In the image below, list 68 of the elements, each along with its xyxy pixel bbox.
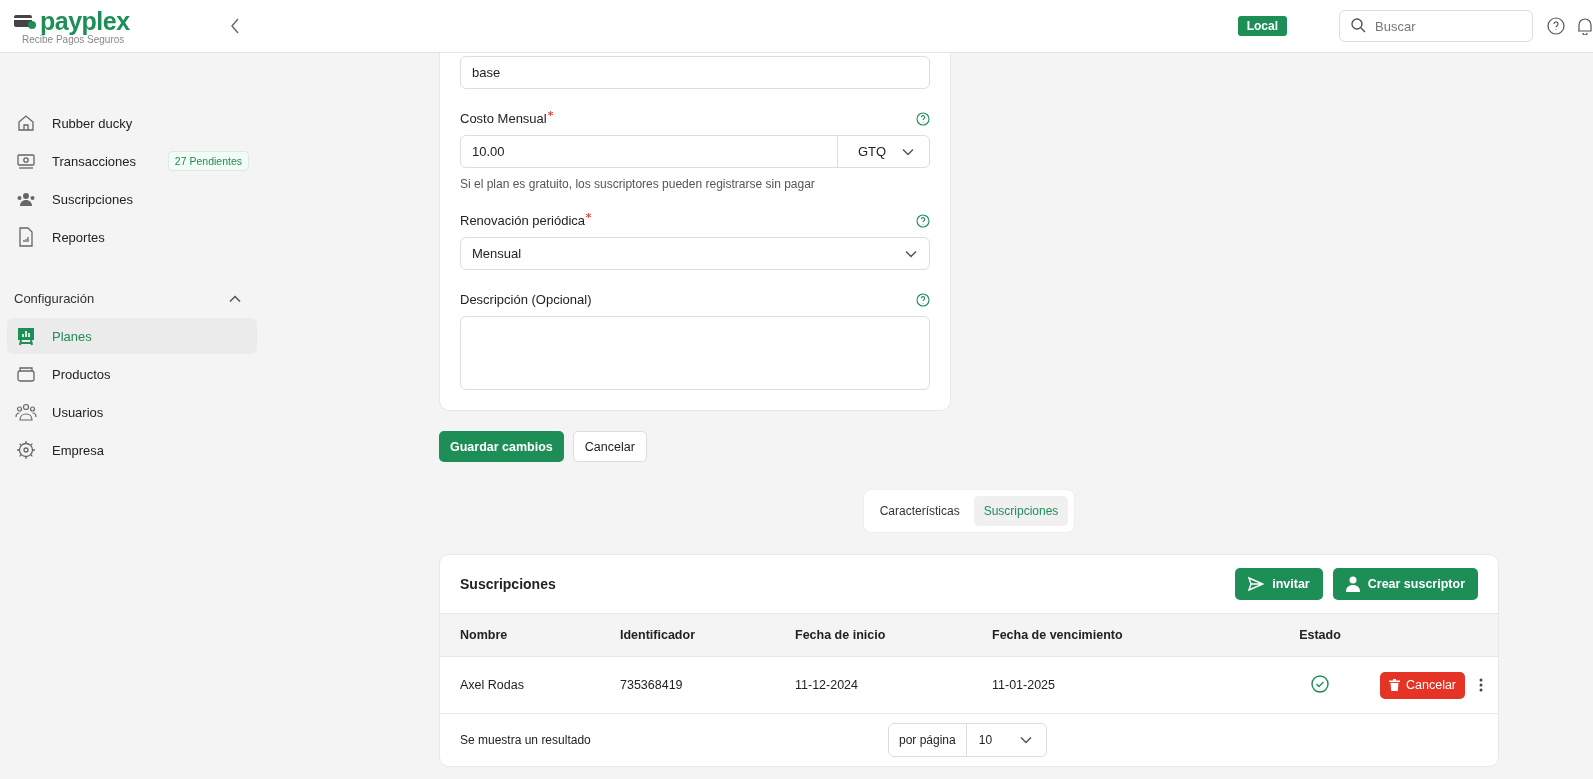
check-circle-icon [1311, 674, 1329, 693]
bell-icon[interactable] [1577, 17, 1593, 35]
chart-board-icon [16, 326, 36, 346]
sidebar-item[interactable]: Reportes [7, 219, 257, 255]
field-label: Renovación periódica [460, 213, 586, 228]
collapse-icon[interactable] [230, 18, 240, 34]
cancel-button[interactable]: Cancelar [572, 431, 647, 462]
required-icon [547, 111, 553, 116]
sidebar-item[interactable]: Planes [7, 318, 257, 354]
invite-button[interactable]: invitar [1235, 568, 1323, 600]
table-cell-text: 11-01-2025 [992, 678, 1056, 692]
description-field[interactable] [460, 316, 930, 390]
cancel-subscription-button[interactable]: Cancelar [1380, 671, 1466, 699]
column-header: Fecha de inicio [795, 628, 887, 642]
help-icon[interactable] [916, 292, 930, 307]
more-icon[interactable] [1479, 678, 1484, 692]
chevron-icon [905, 249, 917, 258]
card-logo-icon [14, 12, 36, 29]
gear-icon [16, 440, 36, 460]
environment-badge: Local [1237, 16, 1287, 36]
field-hint: Si el plan es gratuito, los suscriptores pueden registrarse sin pagar [460, 177, 816, 191]
section-title: Configuración [14, 291, 95, 306]
sidebar-item[interactable]: Transacciones 27 Pendientes [7, 143, 257, 179]
sidebar-item[interactable]: Empresa [7, 432, 257, 468]
select-dropdown[interactable]: Mensual [460, 237, 930, 270]
help-icon[interactable] [1547, 17, 1565, 35]
box-icon [16, 365, 36, 383]
tab[interactable]: Suscripciones [973, 496, 1069, 526]
help-icon[interactable] [916, 111, 930, 126]
person-icon [1345, 576, 1360, 592]
column-header: Fecha de vencimiento [992, 628, 1124, 642]
chevron-icon [902, 147, 915, 156]
currency-dropdown[interactable]: GTQ [837, 136, 929, 167]
send-icon [1248, 576, 1265, 592]
field-label: Descripción (Opcional) [460, 292, 592, 307]
table-cell-text: 735368419 [620, 678, 684, 692]
sidebar-item[interactable]: Suscripciones [7, 181, 257, 217]
result-count: Se muestra un resultado [460, 733, 592, 747]
create-button[interactable]: Crear suscriptor [1332, 568, 1478, 600]
save-button[interactable]: Guardar cambios [439, 431, 564, 462]
report-icon [17, 227, 35, 247]
tab[interactable]: Características [869, 496, 970, 526]
column-header: Nombre [460, 628, 509, 642]
sidebar-item[interactable]: Rubber ducky [7, 105, 257, 141]
field-label: Costo Mensual [460, 111, 547, 126]
table-cell-text: 11-12-2024 [795, 678, 859, 692]
sidebar-item[interactable]: Usuarios [7, 394, 257, 430]
column-header: Estado [1298, 628, 1342, 642]
required-icon [586, 213, 592, 218]
chevron-icon [229, 294, 241, 303]
table-title: Suscripciones [460, 576, 556, 592]
per-page-dropdown[interactable]: por página 10 [888, 723, 1048, 757]
help-icon[interactable] [916, 213, 930, 228]
amount-field[interactable]: 10.00 [461, 144, 837, 159]
users-icon [15, 402, 37, 422]
cash-icon [16, 152, 36, 170]
table-cell-text: Axel Rodas [460, 678, 525, 692]
people-icon [16, 191, 36, 207]
brand-name: payplex [40, 7, 130, 34]
pending-badge: 27 Pendientes [167, 151, 249, 171]
chevron-icon [1020, 736, 1033, 744]
home-icon [16, 113, 36, 133]
text-field[interactable]: base [460, 56, 930, 89]
trash-icon [1389, 679, 1400, 691]
sidebar-item[interactable]: Productos [7, 356, 257, 392]
search-icon [1351, 18, 1366, 33]
column-header: Identificador [620, 628, 696, 642]
search-field[interactable]: Buscar [1339, 10, 1533, 42]
